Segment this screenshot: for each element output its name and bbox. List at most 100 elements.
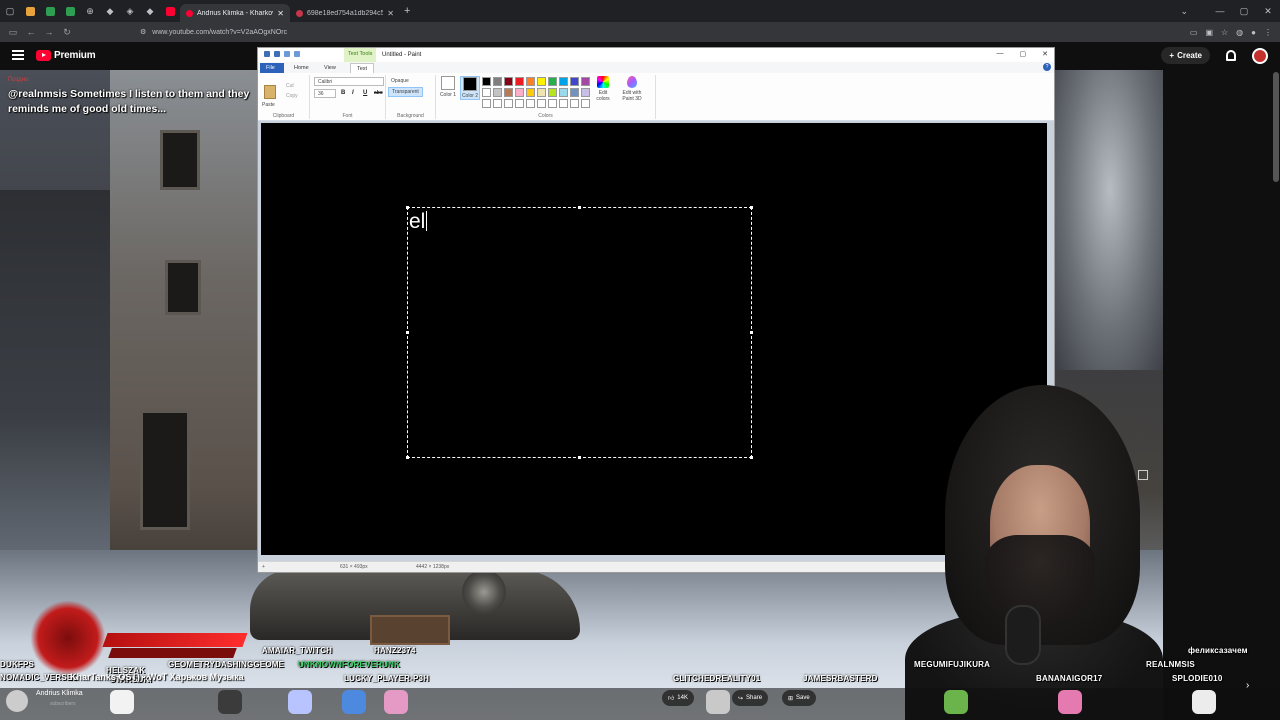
edit-with-paint3d-button[interactable]: Edit with Paint 3D (618, 76, 646, 102)
palette-swatch[interactable] (548, 88, 557, 97)
palette-swatch[interactable] (537, 99, 546, 108)
hamburger-menu-icon[interactable] (12, 50, 24, 60)
resize-handle[interactable] (750, 456, 753, 459)
copy-button[interactable]: Copy (286, 93, 298, 99)
resize-handle[interactable] (406, 331, 409, 334)
sheets-icon[interactable] (40, 0, 60, 22)
italic-button[interactable]: I (352, 90, 354, 96)
close-window-icon[interactable]: ✕ (1256, 0, 1280, 22)
omnibox[interactable]: ⚙ www.youtube.com/watch?v=V2aAOgxNOrc (134, 24, 1184, 40)
minimize-icon[interactable]: — (1208, 0, 1232, 22)
cast-icon[interactable]: ▭ (1190, 28, 1198, 37)
paint-close-icon[interactable]: ✕ (1042, 50, 1048, 58)
palette-swatch[interactable] (581, 88, 590, 97)
channel-avatar[interactable] (6, 690, 28, 712)
bookmark-star-icon[interactable]: ☆ (1221, 28, 1228, 37)
pinned-tab-icon-2[interactable]: ◈ (120, 0, 140, 22)
tab-search-icon[interactable]: ▢ (0, 0, 20, 22)
resize-handle[interactable] (578, 456, 581, 459)
paint-minimize-icon[interactable]: — (997, 50, 1004, 58)
palette-swatch[interactable] (493, 99, 502, 108)
palette-swatch[interactable] (570, 99, 579, 108)
youtube-pinned-icon[interactable] (160, 0, 180, 22)
palette-swatch[interactable] (504, 99, 513, 108)
paint-app-icon[interactable] (264, 51, 270, 57)
palette-swatch[interactable] (504, 88, 513, 97)
extensions-icon[interactable]: ◍ (1236, 28, 1243, 37)
pinned-tab-icon[interactable]: ◆ (100, 0, 120, 22)
palette-swatch[interactable] (570, 88, 579, 97)
bold-button[interactable]: B (341, 90, 345, 96)
palette-swatch[interactable] (515, 77, 524, 86)
close-tab-icon[interactable]: ✕ (277, 9, 284, 18)
profile-icon[interactable]: ● (1251, 28, 1256, 37)
resize-handle[interactable] (406, 456, 409, 459)
transparent-option[interactable]: Transparent (388, 87, 423, 97)
font-size-select[interactable]: 36 (314, 89, 336, 98)
create-button[interactable]: + Create (1161, 47, 1210, 64)
palette-swatch[interactable] (482, 99, 491, 108)
channel-name[interactable]: Andrius Klimka (36, 690, 83, 697)
color1-button[interactable]: Color 1 (438, 76, 458, 98)
palette-swatch[interactable] (559, 99, 568, 108)
resize-handle[interactable] (578, 206, 581, 209)
palette-swatch[interactable] (537, 77, 546, 86)
youtube-logo[interactable]: Premium (36, 50, 96, 61)
save-button[interactable]: ⊞ Save (782, 690, 816, 706)
tab-view[interactable]: View (318, 63, 342, 73)
opaque-option[interactable]: Opaque (388, 77, 412, 85)
paste-icon[interactable] (264, 85, 276, 99)
tab-dropdown-icon[interactable]: ⌄ (1180, 0, 1188, 22)
palette-swatch[interactable] (548, 77, 557, 86)
tab-youtube[interactable]: Andrius Klimka - Kharkov (Worl ✕ (180, 4, 290, 22)
help-icon[interactable]: ? (1043, 63, 1051, 71)
palette-swatch[interactable] (515, 88, 524, 97)
palette-swatch[interactable] (493, 77, 502, 86)
chevron-right-icon[interactable]: › (1246, 680, 1249, 691)
tab-text[interactable]: Text (350, 63, 375, 73)
palette-swatch[interactable] (581, 77, 590, 86)
redo-icon[interactable] (294, 51, 300, 57)
extension-icon[interactable] (20, 0, 40, 22)
palette-swatch[interactable] (526, 88, 535, 97)
share-button[interactable]: ↪ Share (732, 690, 769, 706)
menu-dots-icon[interactable]: ⋮ (1264, 28, 1272, 37)
notifications-bell-icon[interactable] (1226, 50, 1236, 61)
reload-icon[interactable]: ↻ (58, 27, 76, 38)
tab-file[interactable]: File (260, 63, 284, 73)
pinned-tab-icon-3[interactable]: ◆ (140, 0, 160, 22)
back-icon[interactable]: ← (22, 27, 40, 37)
like-button[interactable]: 👍︎ 14K (662, 690, 694, 706)
palette-swatch[interactable] (482, 88, 491, 97)
palette-swatch[interactable] (581, 99, 590, 108)
paint-maximize-icon[interactable]: ▢ (1020, 50, 1027, 58)
sidebar-icon[interactable]: ▭ (4, 27, 22, 38)
palette-swatch[interactable] (504, 77, 513, 86)
palette-swatch[interactable] (482, 77, 491, 86)
account-avatar[interactable] (1252, 47, 1268, 64)
edit-colors-button[interactable]: Edit colors (594, 76, 612, 102)
palette-swatch[interactable] (559, 77, 568, 86)
resize-handle[interactable] (750, 206, 753, 209)
textbox-content[interactable]: el (409, 210, 428, 234)
resize-handle[interactable] (750, 331, 753, 334)
resize-handle[interactable] (406, 206, 409, 209)
palette-swatch[interactable] (537, 88, 546, 97)
paste-label[interactable]: Paste (262, 102, 275, 108)
palette-swatch[interactable] (526, 77, 535, 86)
palette-swatch[interactable] (493, 88, 502, 97)
undo-icon[interactable] (284, 51, 290, 57)
tab-home[interactable]: Home (288, 63, 315, 73)
strikethrough-button[interactable]: abc (374, 90, 383, 96)
save-icon[interactable] (274, 51, 280, 57)
cut-button[interactable]: Cut (286, 83, 294, 89)
site-info-icon[interactable]: ⚙ (140, 28, 146, 36)
pip-icon[interactable]: ▣ (1205, 28, 1213, 37)
font-family-select[interactable]: Calibri (314, 77, 384, 86)
palette-swatch[interactable] (548, 99, 557, 108)
close-tab-icon[interactable]: ✕ (387, 9, 394, 18)
globe-icon[interactable]: ⊕ (80, 0, 100, 22)
sheets-icon-2[interactable] (60, 0, 80, 22)
tab-second[interactable]: 698e18ed754a1db294c54e0 (1 ✕ (290, 4, 400, 22)
palette-swatch[interactable] (526, 99, 535, 108)
